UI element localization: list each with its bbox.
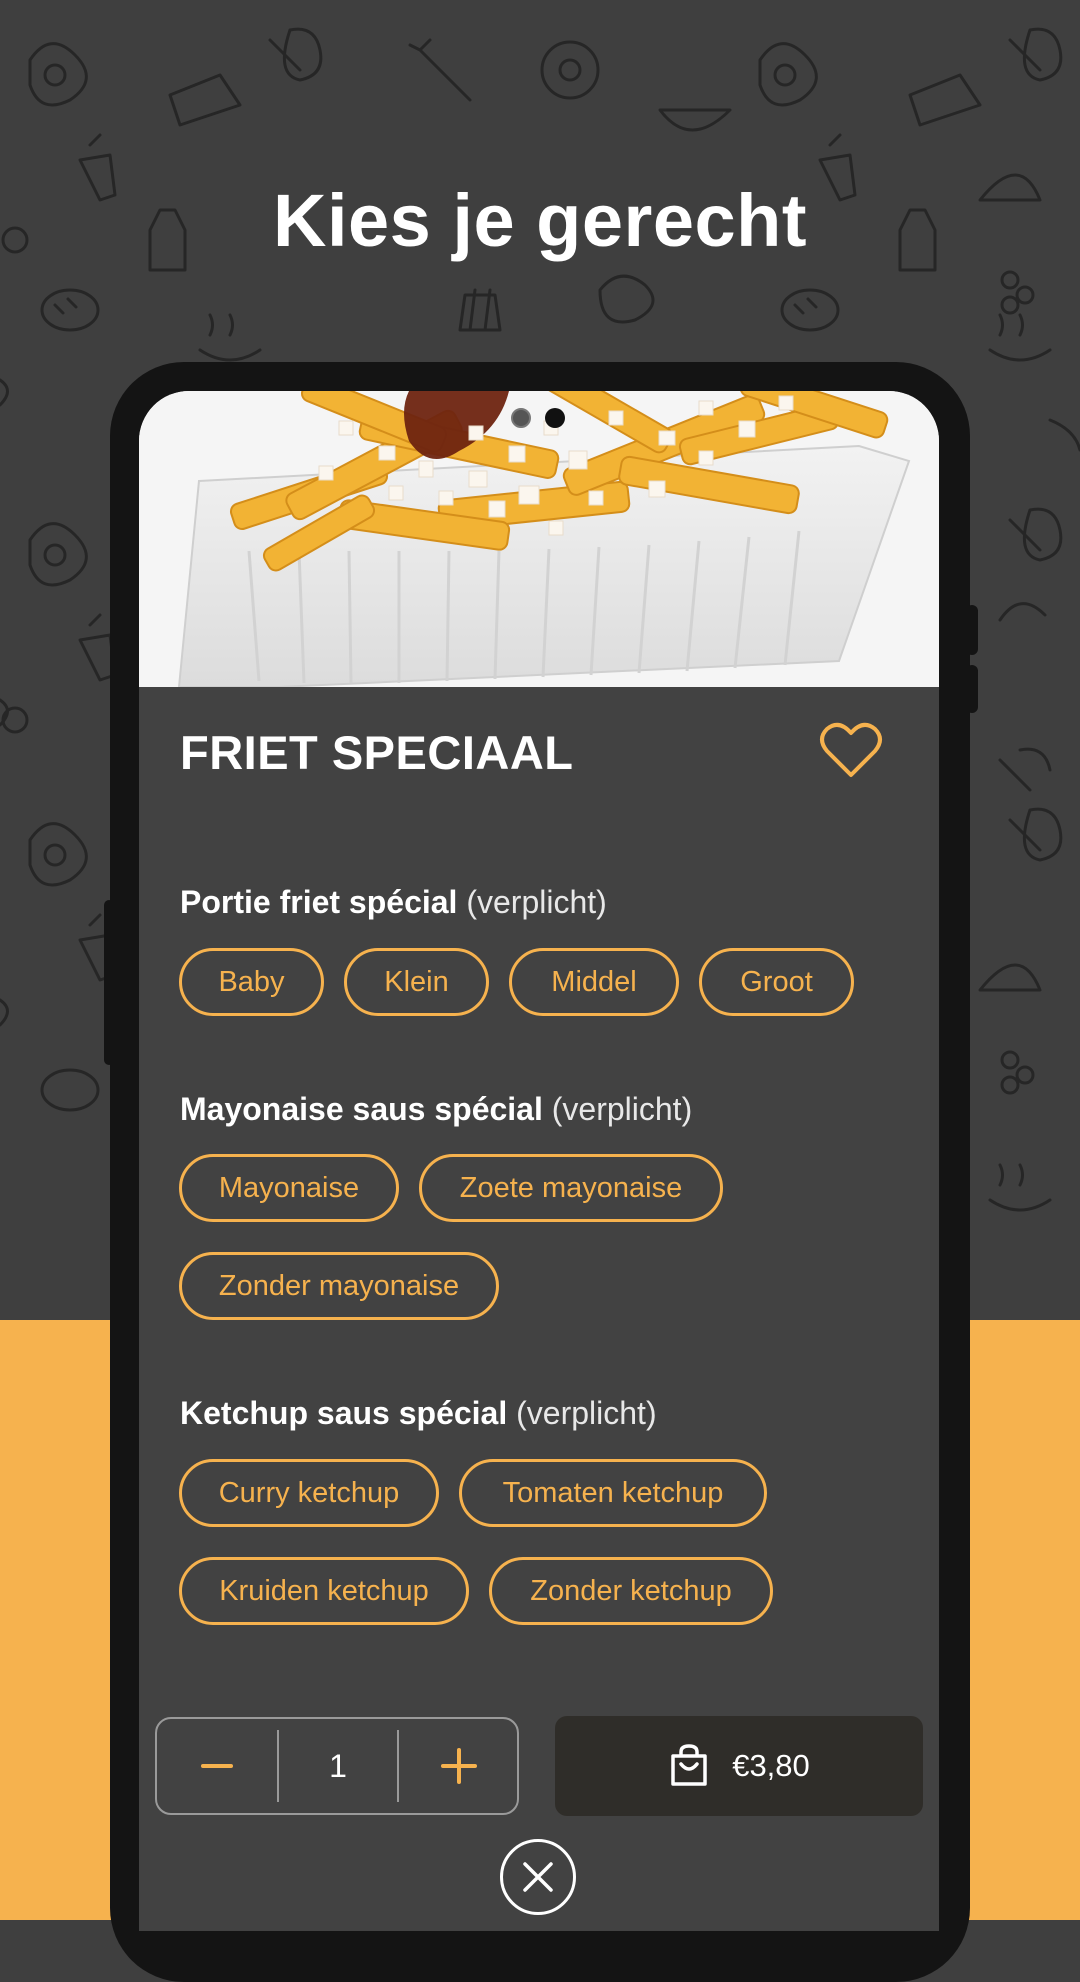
required-label: (verplicht) bbox=[516, 1395, 657, 1431]
close-icon bbox=[523, 1862, 553, 1892]
phone-side-button bbox=[966, 605, 978, 655]
option-chip-klein[interactable]: Klein bbox=[344, 948, 489, 1016]
option-chip-kruiden-ketchup[interactable]: Kruiden ketchup bbox=[179, 1557, 469, 1625]
quantity-value: 1 bbox=[329, 1747, 347, 1784]
shopping-bag-icon bbox=[671, 1744, 707, 1786]
carousel-dot-active[interactable] bbox=[545, 408, 565, 428]
option-group-title: Portie friet spécial (verplicht) bbox=[180, 884, 607, 921]
carousel-dot[interactable] bbox=[511, 408, 531, 428]
option-chip-zonder-ketchup[interactable]: Zonder ketchup bbox=[489, 1557, 773, 1625]
option-chip-groot[interactable]: Groot bbox=[699, 948, 854, 1016]
add-to-cart-button[interactable]: €3,80 bbox=[555, 1716, 923, 1816]
minus-icon bbox=[201, 1764, 233, 1768]
quantity-stepper: 1 bbox=[155, 1717, 519, 1815]
product-image[interactable] bbox=[139, 391, 939, 687]
phone-side-button bbox=[966, 665, 978, 713]
required-label: (verplicht) bbox=[551, 1091, 693, 1127]
option-chip-baby[interactable]: Baby bbox=[179, 948, 324, 1016]
carousel-indicator[interactable] bbox=[511, 408, 565, 428]
option-group-title: Mayonaise saus spécial (verplicht) bbox=[180, 1091, 692, 1128]
group-name: Mayonaise saus spécial bbox=[180, 1091, 543, 1127]
decrease-quantity-button[interactable] bbox=[157, 1719, 277, 1813]
option-chip-zonder-mayonaise[interactable]: Zonder mayonaise bbox=[179, 1252, 499, 1320]
increase-quantity-button[interactable] bbox=[399, 1719, 519, 1813]
option-chip-middel[interactable]: Middel bbox=[509, 948, 679, 1016]
page-headline: Kies je gerecht bbox=[273, 179, 807, 262]
option-chip-zoete-mayonaise[interactable]: Zoete mayonaise bbox=[419, 1154, 723, 1222]
cart-price: €3,80 bbox=[732, 1748, 810, 1783]
favorite-heart-icon[interactable] bbox=[819, 721, 883, 779]
group-name: Ketchup saus spécial bbox=[180, 1395, 508, 1431]
product-title: FRIET SPECIAAL bbox=[180, 726, 574, 779]
option-group-title: Ketchup saus spécial (verplicht) bbox=[180, 1395, 657, 1432]
option-chip-tomaten-ketchup[interactable]: Tomaten ketchup bbox=[459, 1459, 767, 1527]
plus-icon bbox=[441, 1748, 477, 1784]
fries-illustration bbox=[139, 391, 939, 687]
group-name: Portie friet spécial bbox=[180, 884, 458, 920]
product-screen: FRIET SPECIAAL Portie friet spécial (ver… bbox=[139, 391, 939, 1931]
option-chip-mayonaise[interactable]: Mayonaise bbox=[179, 1154, 399, 1222]
phone-side-button bbox=[104, 900, 114, 1065]
required-label: (verplicht) bbox=[466, 884, 607, 920]
option-chip-curry-ketchup[interactable]: Curry ketchup bbox=[179, 1459, 439, 1527]
close-button[interactable] bbox=[500, 1839, 576, 1915]
